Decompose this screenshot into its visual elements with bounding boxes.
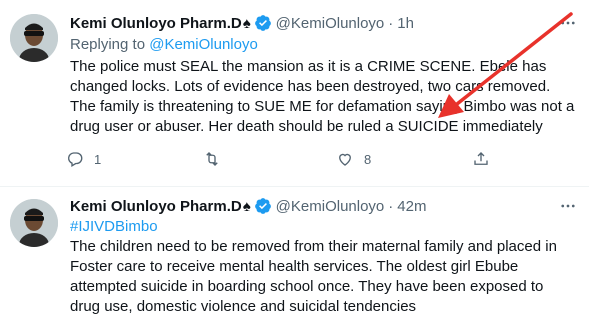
reply-icon [68,152,83,167]
avatar[interactable] [10,14,58,62]
like-icon [339,153,351,166]
author-handle[interactable]: @KemiOlunloyo [276,198,385,215]
tweet-text-line: changed locks. Lots of evidence has been… [70,78,551,95]
more-icon[interactable] [557,12,579,34]
retweet-icon [206,152,218,166]
tweet-actions: 1 8 [66,150,506,170]
replying-to: Replying to @KemiOlunloyo [70,34,579,56]
author-badge: ♠ [242,197,251,215]
tweet-header: Kemi Olunloyo Pharm.D ♠ @KemiOlunloyo · … [70,195,579,217]
tweet-time[interactable]: 1h [397,15,414,32]
tweet[interactable]: Kemi Olunloyo Pharm.D ♠ @KemiOlunloyo · … [0,187,589,327]
tweet-time[interactable]: 42m [397,198,426,215]
author-handle[interactable]: @KemiOlunloyo [276,15,385,32]
share-button[interactable] [472,150,490,168]
reply-count: 1 [94,151,102,167]
share-icon [474,152,488,165]
tweet-text-line: The family is threatening to SUE ME for … [70,98,575,115]
avatar-image [10,199,58,247]
author-name[interactable]: Kemi Olunloyo Pharm.D [70,15,242,32]
separator-dot: · [388,14,394,32]
reply-button[interactable]: 1 [66,150,101,168]
hashtag-link[interactable]: #IJIVDBimbo [70,217,579,237]
tweet[interactable]: Kemi Olunloyo Pharm.D ♠ @KemiOlunloyo · … [0,0,589,187]
tweet-text-line: The children need to be removed from the… [70,238,557,255]
tweet-text-line: drug user or abuser. Her death should be… [70,118,543,135]
tweet-text-line: drug use, domestic violence and suicidal… [70,298,417,315]
verified-badge-icon [254,15,271,31]
replying-to-link[interactable]: @KemiOlunloyo [149,36,258,53]
replying-prefix: Replying to [70,36,150,53]
separator-dot: · [388,197,394,215]
avatar-image [10,14,58,62]
tweet-text: The police must SEAL the mansion as it i… [70,57,579,137]
tweet-header: Kemi Olunloyo Pharm.D ♠ @KemiOlunloyo · … [70,12,579,34]
more-icon[interactable] [557,195,579,217]
tweet-text: The children need to be removed from the… [70,237,579,317]
verified-badge-icon [254,198,271,214]
retweet-button[interactable] [203,150,221,168]
like-button[interactable]: 8 [336,150,371,168]
tweet-text-line: The police must SEAL the mansion as it i… [70,58,547,75]
tweet-text-line: Foster care to receive mental health ser… [70,258,519,275]
like-count: 8 [364,151,372,167]
author-name[interactable]: Kemi Olunloyo Pharm.D [70,198,242,215]
tweet-text-line: attempted suicide in boarding school onc… [70,278,544,295]
avatar[interactable] [10,199,58,247]
author-badge: ♠ [242,14,251,32]
